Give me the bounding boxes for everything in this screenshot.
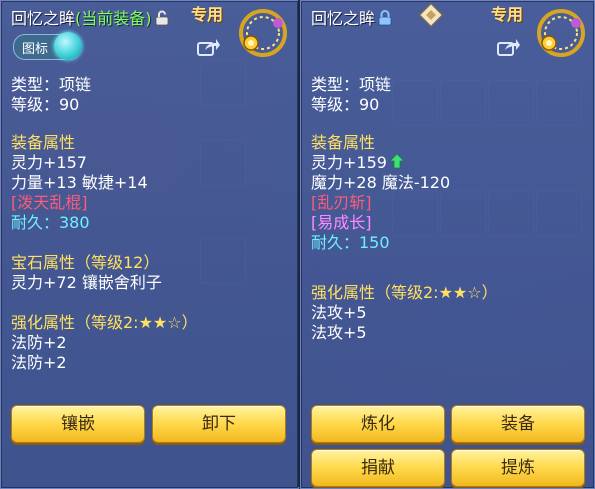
lock-open-icon[interactable]: [155, 10, 169, 30]
attr-header: 装备属性: [311, 133, 376, 152]
strengthen-line: 法防+2: [11, 353, 67, 372]
attr-header: 装备属性: [11, 133, 76, 152]
donate-button[interactable]: 捐献: [311, 449, 445, 487]
item-info: 类型：项链 等级：90 装备属性 灵力+159 魔力+28 魔法-120 [乱刃…: [311, 75, 594, 343]
special-skill: [泼天乱棍]: [11, 193, 88, 212]
item-info: 类型：项链 等级：90 装备属性 灵力+157 力量+13 敏捷+14 [泼天乱…: [11, 75, 296, 373]
unequip-button[interactable]: 卸下: [152, 405, 286, 443]
share-icon[interactable]: [497, 37, 521, 57]
strengthen-line: 法防+2: [11, 333, 67, 352]
durability: 耐久：150: [311, 233, 390, 252]
necklace-icon: [531, 5, 591, 63]
strengthen-header: 强化属性（等级2:★★☆）: [311, 283, 498, 302]
item-type: 类型：项链: [11, 75, 92, 94]
item-name: 回忆之眸: [311, 9, 376, 28]
inlay-button[interactable]: 镶嵌: [11, 405, 145, 443]
current-equipment-panel: 回忆之眸(当前装备) 专用 图标 类型：项链 等级：90 装备属性 灵力+157…: [0, 0, 299, 489]
arrow-up-icon: [388, 153, 405, 174]
gem-header: 宝石属性（等级12）: [11, 253, 160, 272]
attr-line: 魔力+28 魔法-120: [311, 173, 451, 192]
extract-button[interactable]: 提炼: [451, 449, 585, 487]
strengthen-line: 法攻+5: [311, 323, 367, 342]
strengthen-line: 法攻+5: [311, 303, 367, 322]
refine-button[interactable]: 炼化: [311, 405, 445, 443]
toggle-knob: [54, 32, 82, 60]
attr-line: 力量+13 敏捷+14: [11, 173, 148, 192]
necklace-icon: [233, 5, 293, 63]
item-name: 回忆之眸: [11, 9, 76, 28]
compare-equipment-panel: 回忆之眸 专用 类型：项链 等级：90 装备属性 灵力+159 魔力+28 魔法…: [300, 0, 595, 489]
item-level: 等级：90: [11, 95, 80, 114]
item-level: 等级：90: [311, 95, 380, 114]
equipped-status: (当前装备): [75, 9, 152, 28]
special-effect: [易成长]: [311, 213, 372, 232]
attr-line-with-arrow: 灵力+159: [311, 153, 594, 174]
exclusive-label: 专用: [191, 5, 224, 24]
strengthen-header: 强化属性（等级2:★★☆）: [11, 313, 198, 332]
gem-line: 灵力+72 镶嵌舍利子: [11, 273, 162, 292]
item-title: 回忆之眸(当前装备): [11, 5, 169, 30]
icon-toggle[interactable]: 图标: [13, 32, 82, 60]
exclusive-label: 专用: [491, 5, 524, 24]
icon-toggle-label: 图标: [22, 42, 49, 57]
lock-closed-icon[interactable]: [378, 9, 392, 30]
diamond-badge-icon[interactable]: [418, 2, 444, 31]
item-type: 类型：项链: [311, 75, 392, 94]
special-skill: [乱刃斩]: [311, 193, 372, 212]
item-title: 回忆之眸: [311, 5, 392, 30]
equip-button[interactable]: 装备: [451, 405, 585, 443]
attr-line: 灵力+159: [311, 153, 387, 172]
attr-line: 灵力+157: [11, 153, 87, 172]
share-icon[interactable]: [197, 37, 221, 57]
durability: 耐久：380: [11, 213, 90, 232]
